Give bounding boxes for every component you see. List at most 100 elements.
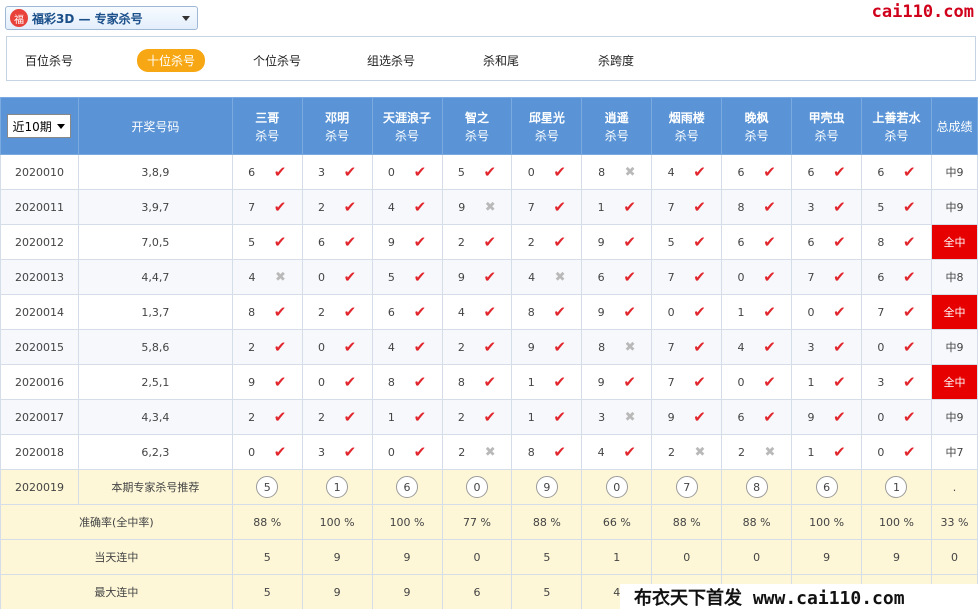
kill-pair: 2 ✔	[303, 408, 372, 426]
check-icon: ✔	[273, 163, 287, 181]
kill-pair: 5 ✔	[443, 163, 512, 181]
kill-number: 7	[248, 200, 256, 214]
check-icon: ✔	[623, 268, 636, 286]
stats-value: 1	[581, 539, 653, 575]
expert-header[interactable]: 天涯浪子 杀号	[371, 97, 443, 155]
period-cell: 2020013	[0, 259, 79, 295]
kill-cell: 0 ✔	[231, 434, 303, 470]
stats-label: 当天连中	[0, 539, 233, 575]
kill-cell: 7 ✔	[651, 189, 723, 225]
kill-cell: 6 ✔	[371, 294, 443, 330]
stats-value: 9	[371, 539, 443, 575]
tab-hundreds[interactable]: 百位杀号	[15, 49, 83, 72]
expert-sub-label: 杀号	[744, 128, 769, 143]
check-icon: ✔	[483, 373, 497, 391]
table-row: 2020016 2,5,1 9 ✔ 0 ✔ 8 ✔ 8 ✔ 1 ✔ 9 ✔ 7 ✔ 0 ✔ 1 ✔ 3 ✔ 全中	[0, 364, 978, 400]
expert-header[interactable]: 逍遥 杀号	[581, 97, 653, 155]
kill-cell: 7 ✔	[231, 189, 303, 225]
kill-cell: 5 ✔	[371, 259, 443, 295]
stats-value: 9	[861, 539, 932, 575]
check-icon: ✔	[483, 338, 497, 356]
kill-pair: 2 ✔	[443, 408, 512, 426]
check-icon: ✔	[343, 268, 357, 286]
expert-header[interactable]: 烟雨楼 杀号	[651, 97, 723, 155]
check-icon: ✔	[623, 303, 636, 321]
kill-number: 5	[387, 270, 395, 284]
check-icon: ✔	[273, 198, 287, 216]
kill-pair: 8 ✔	[233, 303, 302, 321]
kill-pair: 9 ✔	[233, 373, 302, 391]
tab-units[interactable]: 个位杀号	[243, 49, 311, 72]
check-icon: ✔	[693, 338, 706, 356]
kill-number: 3	[317, 165, 325, 179]
kill-pair: 9 ✔	[582, 303, 651, 321]
kill-pair: 8 ✔	[862, 233, 931, 251]
kill-pair: 3 ✔	[792, 198, 861, 216]
expert-header[interactable]: 晚枫 杀号	[721, 97, 793, 155]
kill-cell: 9 ✔	[791, 399, 863, 435]
check-icon: ✔	[343, 373, 357, 391]
kill-cell: 5 ✔	[231, 224, 303, 260]
stats-row: 当天连中 5 9 9 0 5 1 0 0 9 9 0	[0, 539, 978, 575]
kill-pair: 9 ✖	[443, 200, 512, 215]
expert-header[interactable]: 甲壳虫 杀号	[791, 97, 863, 155]
expert-header[interactable]: 智之 杀号	[441, 97, 513, 155]
period-select[interactable]: 近10期	[7, 114, 72, 138]
kill-number: 2	[458, 445, 466, 459]
kill-cell: 3 ✔	[861, 364, 932, 400]
kill-number: 6	[737, 235, 745, 249]
expert-header[interactable]: 邱星光 杀号	[511, 97, 583, 155]
kill-number: 7	[807, 270, 815, 284]
kill-pair: 6 ✔	[233, 163, 302, 181]
kill-pair: 8 ✖	[582, 165, 651, 180]
check-icon: ✔	[833, 408, 846, 426]
kill-cell: 0 ✔	[721, 259, 793, 295]
stats-value: 77 %	[441, 504, 513, 540]
expert-header[interactable]: 上善若水 杀号	[861, 97, 932, 155]
kill-pair: 4 ✔	[443, 303, 512, 321]
expert-header[interactable]: 邓明 杀号	[301, 97, 373, 155]
recommend-cell: 0	[581, 469, 653, 505]
kill-pair: 1 ✔	[722, 303, 791, 321]
check-icon: ✔	[833, 233, 846, 251]
kill-pair: 0 ✔	[862, 443, 931, 461]
kill-cell: 2 ✔	[441, 399, 513, 435]
tab-span[interactable]: 杀跨度	[588, 49, 644, 72]
tab-group[interactable]: 组选杀号	[357, 49, 425, 72]
kill-cell: 1 ✔	[581, 189, 653, 225]
kill-number: 1	[527, 410, 535, 424]
tab-tens[interactable]: 十位杀号	[137, 49, 206, 72]
kill-number: 0	[387, 445, 395, 459]
cross-icon: ✖	[274, 269, 286, 285]
kill-cell: 1 ✔	[721, 294, 793, 330]
expert-header[interactable]: 三哥 杀号	[231, 97, 303, 155]
kill-pair: 9 ✔	[512, 338, 581, 356]
table-row: 2020011 3,9,7 7 ✔ 2 ✔ 4 ✔ 9 ✖ 7 ✔ 1 ✔ 7 ✔ 8 ✔ 3 ✔ 5 ✔ 中9	[0, 189, 978, 225]
check-icon: ✔	[553, 303, 566, 321]
expert-kill-table: 近10期 开奖号码 三哥 杀号 邓明 杀号 天涯浪子 杀号 智之 杀号 邱星光 杀号 逍遥…	[0, 97, 978, 609]
check-icon: ✔	[903, 373, 916, 391]
lottery-selector[interactable]: 福 福彩3D — 专家杀号	[5, 6, 198, 30]
kill-pair: 1 ✔	[373, 408, 442, 426]
recommend-cell: 8	[721, 469, 793, 505]
kill-number: 8	[598, 165, 606, 179]
expert-sub-label: 杀号	[395, 128, 420, 143]
tab-sum-tail[interactable]: 杀和尾	[473, 49, 529, 72]
check-icon: ✔	[413, 198, 427, 216]
draw-number-cell: 6,2,3	[77, 434, 233, 470]
cross-icon: ✖	[624, 409, 636, 425]
kill-cell: 9 ✖	[441, 189, 513, 225]
kill-cell: 7 ✔	[511, 189, 583, 225]
recommend-number: 1	[326, 476, 349, 498]
kill-cell: 2 ✔	[441, 224, 513, 260]
stats-value: 88 %	[231, 504, 303, 540]
check-icon: ✔	[833, 163, 846, 181]
kill-number: 5	[877, 200, 885, 214]
kill-cell: 8 ✔	[441, 364, 513, 400]
kill-pair: 0 ✔	[303, 338, 372, 356]
period-cell: 2020010	[0, 154, 79, 190]
kill-cell: 7 ✔	[791, 259, 863, 295]
kill-pair: 4 ✔	[722, 338, 791, 356]
check-icon: ✔	[693, 373, 706, 391]
result-cell: 33 %	[930, 504, 978, 540]
